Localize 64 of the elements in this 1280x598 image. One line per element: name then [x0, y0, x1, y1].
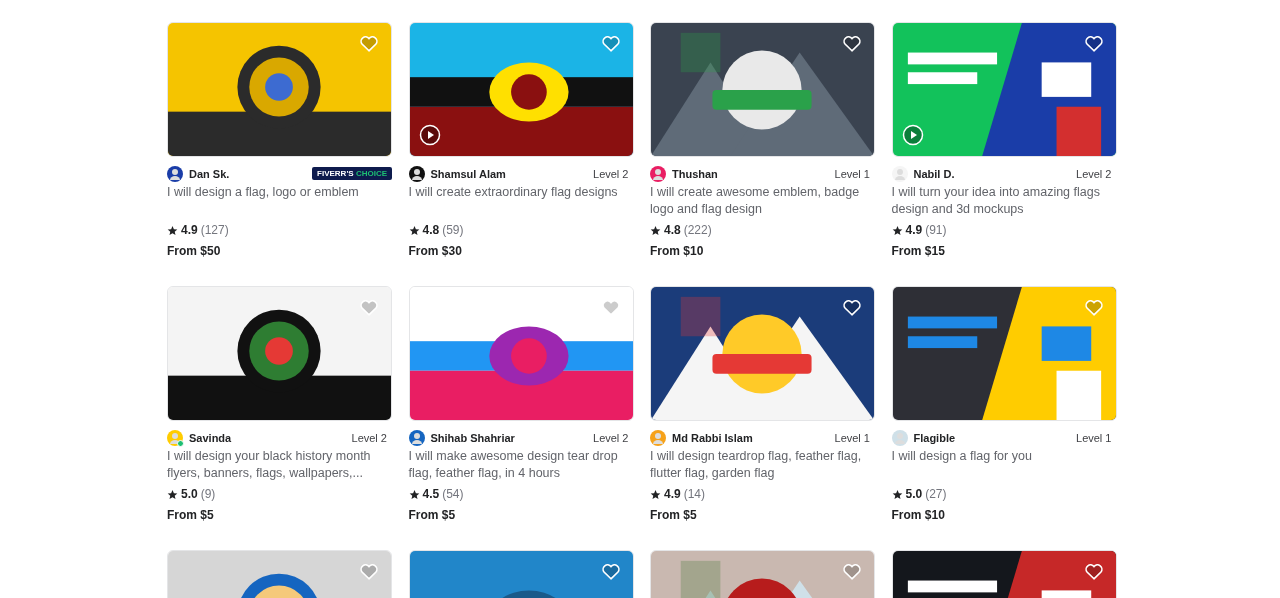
price: From $5 — [167, 508, 215, 522]
seller-name[interactable]: Nabil D. — [913, 167, 1076, 180]
rating: 4.9 — [664, 487, 681, 501]
rating: 5.0 — [905, 487, 923, 501]
gig-title[interactable]: I will make awesome design tear drop flag, feather flag, in 4 hours — [408, 448, 634, 481]
star-icon — [891, 224, 903, 236]
star-icon — [891, 488, 903, 500]
price: From $10 — [891, 508, 946, 522]
gig-title[interactable]: I will design a flag for you — [891, 448, 1117, 481]
play-button[interactable] — [418, 124, 441, 146]
heart-icon[interactable] — [842, 298, 862, 316]
review-count: (54) — [442, 487, 464, 501]
seller-name[interactable]: Flagible — [913, 431, 1076, 444]
heart-icon[interactable] — [1083, 562, 1104, 580]
price: From $5 — [650, 508, 698, 522]
star-icon — [408, 488, 420, 500]
rating: 4.8 — [422, 223, 440, 237]
seller-level: Level 1 — [834, 167, 870, 180]
star-icon — [650, 224, 661, 236]
seller-level: Level 2 — [1076, 167, 1112, 180]
heart-icon[interactable] — [600, 562, 621, 580]
star-icon — [167, 224, 178, 236]
gig-title[interactable]: I will design teardrop flag, feather flag, flutter flag, garden flag — [650, 448, 875, 481]
star-icon — [650, 488, 661, 500]
review-count: (14) — [683, 487, 706, 501]
rating: 4.5 — [422, 487, 440, 501]
gig-title[interactable]: I will create extraordinary flag designs — [408, 184, 634, 217]
review-count: (9) — [200, 487, 216, 501]
gig-title[interactable]: I will create awesome emblem, badge logo and flag design — [650, 184, 875, 217]
price: From $50 — [167, 244, 222, 258]
seller-name[interactable]: Savinda — [189, 431, 352, 444]
seller-level: Level 2 — [351, 431, 387, 444]
star-icon — [167, 488, 178, 500]
price: From $5 — [408, 508, 457, 522]
seller-level: Level 2 — [593, 167, 629, 180]
review-count: (59) — [442, 223, 464, 237]
rating: 5.0 — [181, 487, 198, 501]
review-count: (222) — [683, 223, 712, 237]
gig-title[interactable]: I will design your black history month flyers, banners, flags, wallpapers,... — [167, 448, 392, 481]
rating: 4.9 — [181, 223, 198, 237]
price: From $10 — [650, 244, 705, 258]
rating: 4.9 — [905, 223, 923, 237]
gig-title[interactable]: I will turn your idea into amazing flags design and 3d mockups — [891, 184, 1117, 217]
star-icon — [408, 224, 420, 236]
price: From $30 — [408, 244, 463, 258]
seller-name[interactable]: Shihab Shahriar — [430, 431, 593, 444]
fiverrs-choice-badge: FIVERR'S CHOICE — [312, 167, 392, 180]
avatar[interactable] — [167, 165, 183, 182]
seller-name[interactable]: Thushan — [672, 167, 835, 180]
review-count: (27) — [925, 487, 947, 501]
seller-name[interactable]: Shamsul Alam — [430, 167, 593, 180]
review-count: (91) — [925, 223, 947, 237]
seller-name[interactable]: Md Rabbi Islam — [672, 431, 835, 444]
price: From $15 — [891, 244, 946, 258]
heart-icon[interactable] — [842, 34, 862, 52]
seller-name[interactable]: Dan Sk. — [189, 167, 313, 180]
seller-level: Level 1 — [834, 431, 870, 444]
rating: 4.8 — [664, 223, 681, 237]
heart-icon[interactable] — [1083, 34, 1104, 52]
seller-level: Level 1 — [1076, 431, 1112, 444]
review-count: (127) — [200, 223, 229, 237]
gig-title[interactable]: I will design a flag, logo or emblem — [167, 184, 392, 217]
seller-level: Level 2 — [593, 431, 629, 444]
avatar[interactable] — [408, 165, 425, 182]
